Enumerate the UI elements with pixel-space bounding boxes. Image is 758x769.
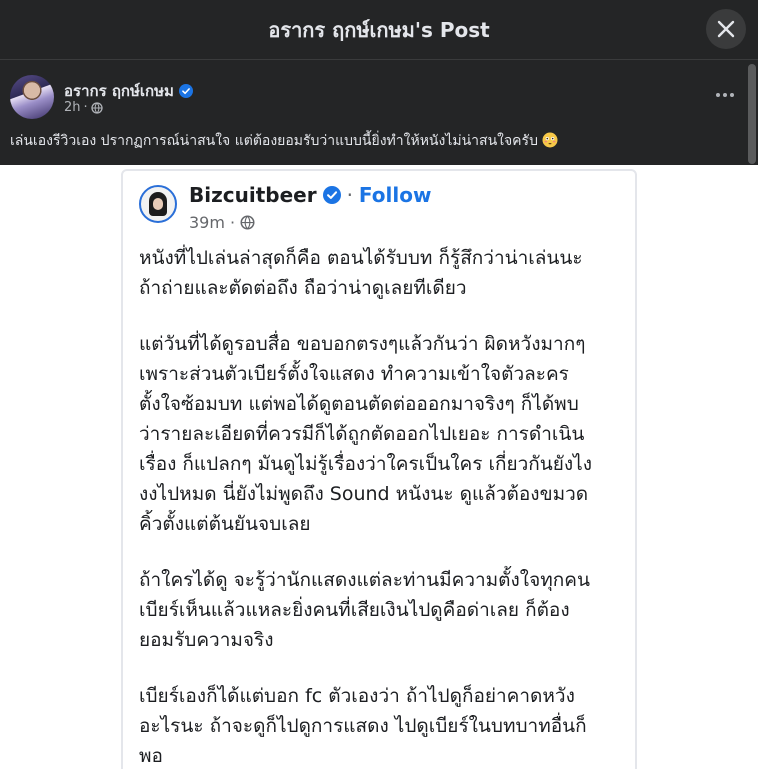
follow-link: Follow [358,183,432,207]
post-time[interactable]: 2h [64,100,81,115]
text-line: งงไปหมด นี่ยังไม่พูดถึง Sound หนังนะ ดูแ… [139,483,589,505]
text-line: หนังที่ไปเล่นล่าสุดก็คือ ตอนได้รับบท ก็ร… [139,247,583,269]
text-line: ยอมรับความจริง [139,629,274,651]
text-line: พอ [139,745,163,767]
paragraph: ถ้าใครได้ดู จะรู้ว่านักแสดงแต่ละท่านมีคว… [139,565,629,655]
paragraph: แต่วันที่ได้ดูรอบสื่อ ขอบอกตรงๆแล้วกันว่… [139,329,629,539]
text-line: เบียร์เองก็ได้แต่บอก fc ตัวเองว่า ถ้าไปด… [139,685,575,707]
text-line: เบียร์เห็นแล้วแหละยิ่งคนที่เสียเงินไปดูค… [139,599,570,621]
shared-globe-icon [240,215,255,230]
shared-meta-separator: · [229,213,236,232]
modal-header: อรากร ฤกษ์เกษม's Post [0,0,758,60]
caption-text: เล่นเองรีวิวเอง ปรากฏการณ์น่าสนใจ แต่ต้อ… [10,133,538,149]
close-button[interactable] [706,9,746,49]
modal-title: อรากร ฤกษ์เกษม's Post [268,17,490,42]
globe-icon[interactable] [91,101,103,114]
post-header: อรากร ฤกษ์เกษม 2h · [10,75,740,121]
shared-post-card: Bizcuitbeer · Follow 39m · หนังที่ไปเล่น [121,169,637,769]
shared-verified-badge-icon [322,186,341,204]
text-line: แต่วันที่ได้ดูรอบสื่อ ขอบอกตรงๆแล้วกันว่… [139,333,586,355]
text-line: คิ้วตั้งแต่ต้นยันจบเลย [139,513,311,535]
shared-post-time: 39m [189,213,225,232]
post-image[interactable]: Bizcuitbeer · Follow 39m · หนังที่ไปเล่น [0,165,758,769]
shared-author-row: Bizcuitbeer · Follow [189,183,431,207]
text-line: เพราะส่วนตัวเบียร์ตั้งใจแสดง ทำความเข้าใ… [139,363,569,385]
text-line: ถ้าถ่ายและตัดต่อถึง ถือว่าน่าดูเลยทีเดีย… [139,277,467,299]
shared-separator: · [346,183,353,207]
text-line: ถ้าใครได้ดู จะรู้ว่านักแสดงแต่ละท่านมีคว… [139,569,590,591]
post-meta: 2h · [64,100,103,115]
flushed-face-emoji-icon [542,132,558,148]
author-avatar[interactable] [10,75,54,119]
verified-badge-icon [178,84,193,98]
shared-author-avatar [139,185,177,223]
close-icon [717,20,735,38]
text-line: อะไรนะ ถ้าจะดูก็ไปดูการแสดง ไปดูเบียร์ใน… [139,715,587,737]
more-icon [716,93,720,97]
text-line: ว่ารายละเอียดที่ควรมีก็ได้ถูกตัดออกไปเยอ… [139,423,585,445]
post-caption: เล่นเองรีวิวเอง ปรากฏการณ์น่าสนใจ แต่ต้อ… [10,131,740,151]
text-line: เรื่อง ก็แปลกๆ มันดูไม่รู้เรื่องว่าใครเป… [139,453,592,475]
shared-post-text: หนังที่ไปเล่นล่าสุดก็คือ ตอนได้รับบท ก็ร… [139,243,629,769]
post-container: อรากร ฤกษ์เกษม 2h · เล่นเองรีวิวเอง ปราก… [0,61,758,769]
text-line: ตั้งใจซ้อมบท แต่พอได้ดูตอนตัดต่อออกมาจริ… [139,393,579,415]
more-options-button[interactable] [710,83,740,107]
paragraph: หนังที่ไปเล่นล่าสุดก็คือ ตอนได้รับบท ก็ร… [139,243,629,303]
meta-separator: · [83,100,88,115]
shared-post-meta: 39m · [189,213,255,232]
shared-author-name: Bizcuitbeer [189,183,317,207]
paragraph: เบียร์เองก็ได้แต่บอก fc ตัวเองว่า ถ้าไปด… [139,681,629,769]
